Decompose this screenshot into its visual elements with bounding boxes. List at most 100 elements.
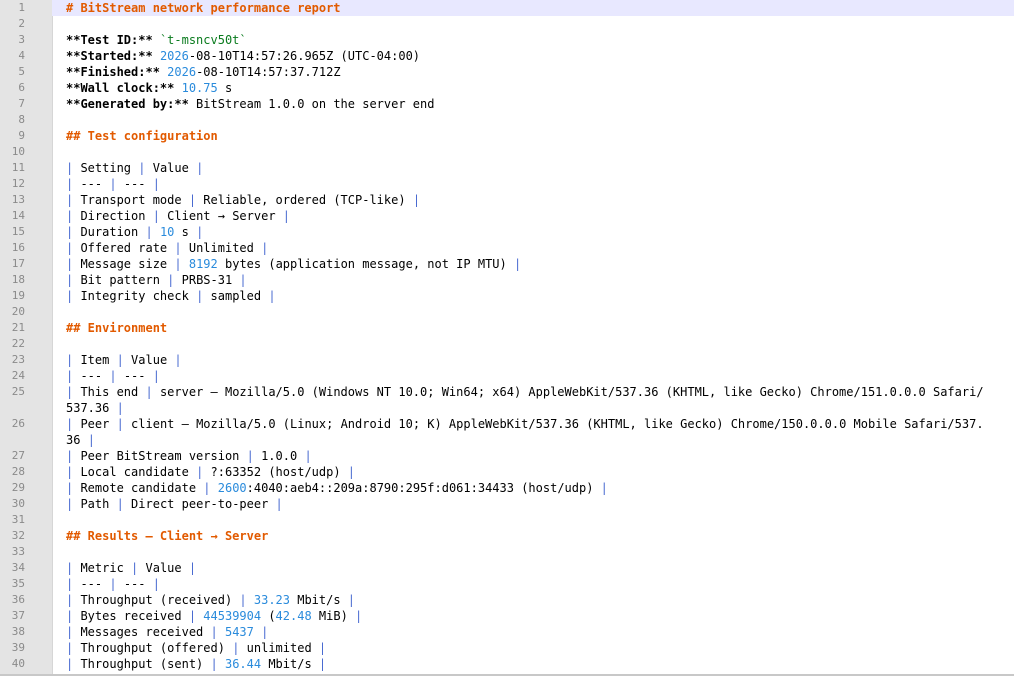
- editor-line[interactable]: 35 | --- | --- |: [0, 576, 1014, 592]
- line-text[interactable]: ## Environment: [52, 320, 1014, 336]
- line-text[interactable]: | Throughput (offered) | unlimited |: [52, 640, 1014, 656]
- editor-line[interactable]: 2​: [0, 16, 1014, 32]
- editor-line[interactable]: 33 ​: [0, 544, 1014, 560]
- line-text[interactable]: | Message size | 8192 bytes (application…: [52, 256, 1014, 272]
- editor-line[interactable]: 3 **Test ID:** `t-msncv50t`: [0, 32, 1014, 48]
- line-number: 17: [11, 257, 25, 270]
- editor-line[interactable]: 13 | Transport mode | Reliable, ordered (…: [0, 192, 1014, 208]
- line-text[interactable]: | Remote candidate | 2600:4040:aeb4::209…: [52, 480, 1014, 496]
- line-number: 39: [11, 641, 25, 654]
- line-number: 13: [11, 193, 25, 206]
- line-number: 33: [11, 545, 25, 558]
- line-text[interactable]: | Offered rate | Unlimited |: [52, 240, 1014, 256]
- line-number: 15: [11, 225, 25, 238]
- editor-line[interactable]: 25 | This end | server — Mozilla/5.0 (Win…: [0, 384, 1014, 416]
- editor-line[interactable]: 38 | Messages received | 5437 |: [0, 624, 1014, 640]
- line-text[interactable]: | Bytes received | 44539904 (42.48 MiB) …: [52, 608, 1014, 624]
- text-editor[interactable]: 1 # BitStream network performance report 2…: [0, 0, 1014, 676]
- editor-line[interactable]: 12 | --- | --- |: [0, 176, 1014, 192]
- editor-line[interactable]: 36 | Throughput (received) | 33.23 Mbit/s…: [0, 592, 1014, 608]
- editor-line[interactable]: 1 # BitStream network performance report: [0, 0, 1014, 16]
- editor-line[interactable]: 26 | Peer | client — Mozilla/5.0 (Linux; …: [0, 416, 1014, 448]
- editor-line[interactable]: 29 | Remote candidate | 2600:4040:aeb4::2…: [0, 480, 1014, 496]
- line-text[interactable]: | Messages received | 5437 |: [52, 624, 1014, 640]
- line-text[interactable]: | --- | --- |: [52, 576, 1014, 592]
- editor-line[interactable]: 9 ## Test configuration: [0, 128, 1014, 144]
- line-text[interactable]: ​: [52, 144, 1014, 160]
- line-text[interactable]: | Throughput (received) | 33.23 Mbit/s |: [52, 592, 1014, 608]
- editor-line[interactable]: 16 | Offered rate | Unlimited |: [0, 240, 1014, 256]
- line-text[interactable]: ​: [52, 544, 1014, 560]
- line-text[interactable]: **Wall clock:** 10.75 s: [52, 80, 1014, 96]
- editor-line[interactable]: 27 | Peer BitStream version | 1.0.0 |: [0, 448, 1014, 464]
- editor-line[interactable]: 30 | Path | Direct peer-to-peer |: [0, 496, 1014, 512]
- line-text[interactable]: **Finished:** 2026-08-10T14:57:37.712Z: [52, 64, 1014, 80]
- line-number: 9: [18, 129, 25, 142]
- line-text[interactable]: | Direction | Client → Server |: [52, 208, 1014, 224]
- line-text[interactable]: | Duration | 10 s |: [52, 224, 1014, 240]
- line-number: 32: [11, 529, 25, 542]
- editor-line[interactable]: 19 | Integrity check | sampled |: [0, 288, 1014, 304]
- editor-line[interactable]: 37 | Bytes received | 44539904 (42.48 MiB…: [0, 608, 1014, 624]
- line-text[interactable]: ​: [52, 512, 1014, 528]
- line-number: 27: [11, 449, 25, 462]
- line-number: 19: [11, 289, 25, 302]
- line-text[interactable]: # BitStream network performance report: [52, 0, 1014, 16]
- line-text[interactable]: | Integrity check | sampled |: [52, 288, 1014, 304]
- line-number: 36: [11, 593, 25, 606]
- line-text[interactable]: | Throughput (sent) | 36.44 Mbit/s |: [52, 656, 1014, 672]
- editor-line[interactable]: 10 ​: [0, 144, 1014, 160]
- line-text[interactable]: ## Test configuration: [52, 128, 1014, 144]
- line-text[interactable]: **Generated by:** BitStream 1.0.0 on the…: [52, 96, 1014, 112]
- editor-line[interactable]: 32 ## Results — Client → Server: [0, 528, 1014, 544]
- editor-line[interactable]: 39 | Throughput (offered) | unlimited |: [0, 640, 1014, 656]
- editor-line[interactable]: 23 | Item | Value |: [0, 352, 1014, 368]
- editor-line[interactable]: 40 | Throughput (sent) | 36.44 Mbit/s |: [0, 656, 1014, 672]
- line-text[interactable]: | Transport mode | Reliable, ordered (TC…: [52, 192, 1014, 208]
- editor-line[interactable]: 18 | Bit pattern | PRBS-31 |: [0, 272, 1014, 288]
- line-text[interactable]: **Test ID:** `t-msncv50t`: [52, 32, 1014, 48]
- editor-content[interactable]: 1 # BitStream network performance report 2…: [0, 0, 1014, 672]
- line-number: 14: [11, 209, 25, 222]
- line-text[interactable]: | Local candidate | ?:63352 (host/udp) |: [52, 464, 1014, 480]
- editor-line[interactable]: 8​: [0, 112, 1014, 128]
- editor-line[interactable]: 15 | Duration | 10 s |: [0, 224, 1014, 240]
- line-text[interactable]: ​: [52, 112, 1014, 128]
- line-text[interactable]: | Metric | Value |: [52, 560, 1014, 576]
- line-text[interactable]: | This end | server — Mozilla/5.0 (Windo…: [52, 384, 1014, 416]
- editor-line[interactable]: 28 | Local candidate | ?:63352 (host/udp)…: [0, 464, 1014, 480]
- editor-line[interactable]: 14 | Direction | Client → Server |: [0, 208, 1014, 224]
- line-text[interactable]: | Setting | Value |: [52, 160, 1014, 176]
- line-number: 25: [11, 385, 25, 398]
- editor-line[interactable]: 34 | Metric | Value |: [0, 560, 1014, 576]
- editor-line[interactable]: 17 | Message size | 8192 bytes (applicati…: [0, 256, 1014, 272]
- line-text[interactable]: | Peer BitStream version | 1.0.0 |: [52, 448, 1014, 464]
- line-number: 5: [18, 65, 25, 78]
- editor-line[interactable]: 20 ​: [0, 304, 1014, 320]
- line-text[interactable]: | Path | Direct peer-to-peer |: [52, 496, 1014, 512]
- line-text[interactable]: **Started:** 2026-08-10T14:57:26.965Z (U…: [52, 48, 1014, 64]
- line-text[interactable]: | Peer | client — Mozilla/5.0 (Linux; An…: [52, 416, 1014, 448]
- line-text[interactable]: | Bit pattern | PRBS-31 |: [52, 272, 1014, 288]
- line-number: 24: [11, 369, 25, 382]
- line-text[interactable]: ## Results — Client → Server: [52, 528, 1014, 544]
- line-text[interactable]: ​: [52, 336, 1014, 352]
- line-text[interactable]: | --- | --- |: [52, 368, 1014, 384]
- line-text[interactable]: ​: [52, 16, 1014, 32]
- editor-line[interactable]: 24 | --- | --- |: [0, 368, 1014, 384]
- editor-line[interactable]: 7 **Generated by:** BitStream 1.0.0 on th…: [0, 96, 1014, 112]
- editor-line[interactable]: 21 ## Environment: [0, 320, 1014, 336]
- line-text[interactable]: ​: [52, 304, 1014, 320]
- line-number: 1: [18, 1, 25, 14]
- editor-line[interactable]: 22 ​: [0, 336, 1014, 352]
- line-text[interactable]: | Item | Value |: [52, 352, 1014, 368]
- editor-line[interactable]: 11 | Setting | Value |: [0, 160, 1014, 176]
- editor-line[interactable]: 4 **Started:** 2026-08-10T14:57:26.965Z (…: [0, 48, 1014, 64]
- editor-line[interactable]: 6 **Wall clock:** 10.75 s: [0, 80, 1014, 96]
- editor-line[interactable]: 31 ​: [0, 512, 1014, 528]
- line-text[interactable]: | --- | --- |: [52, 176, 1014, 192]
- line-number: 7: [18, 97, 25, 110]
- line-number: 30: [11, 497, 25, 510]
- line-number: 3: [18, 33, 25, 46]
- editor-line[interactable]: 5 **Finished:** 2026-08-10T14:57:37.712Z: [0, 64, 1014, 80]
